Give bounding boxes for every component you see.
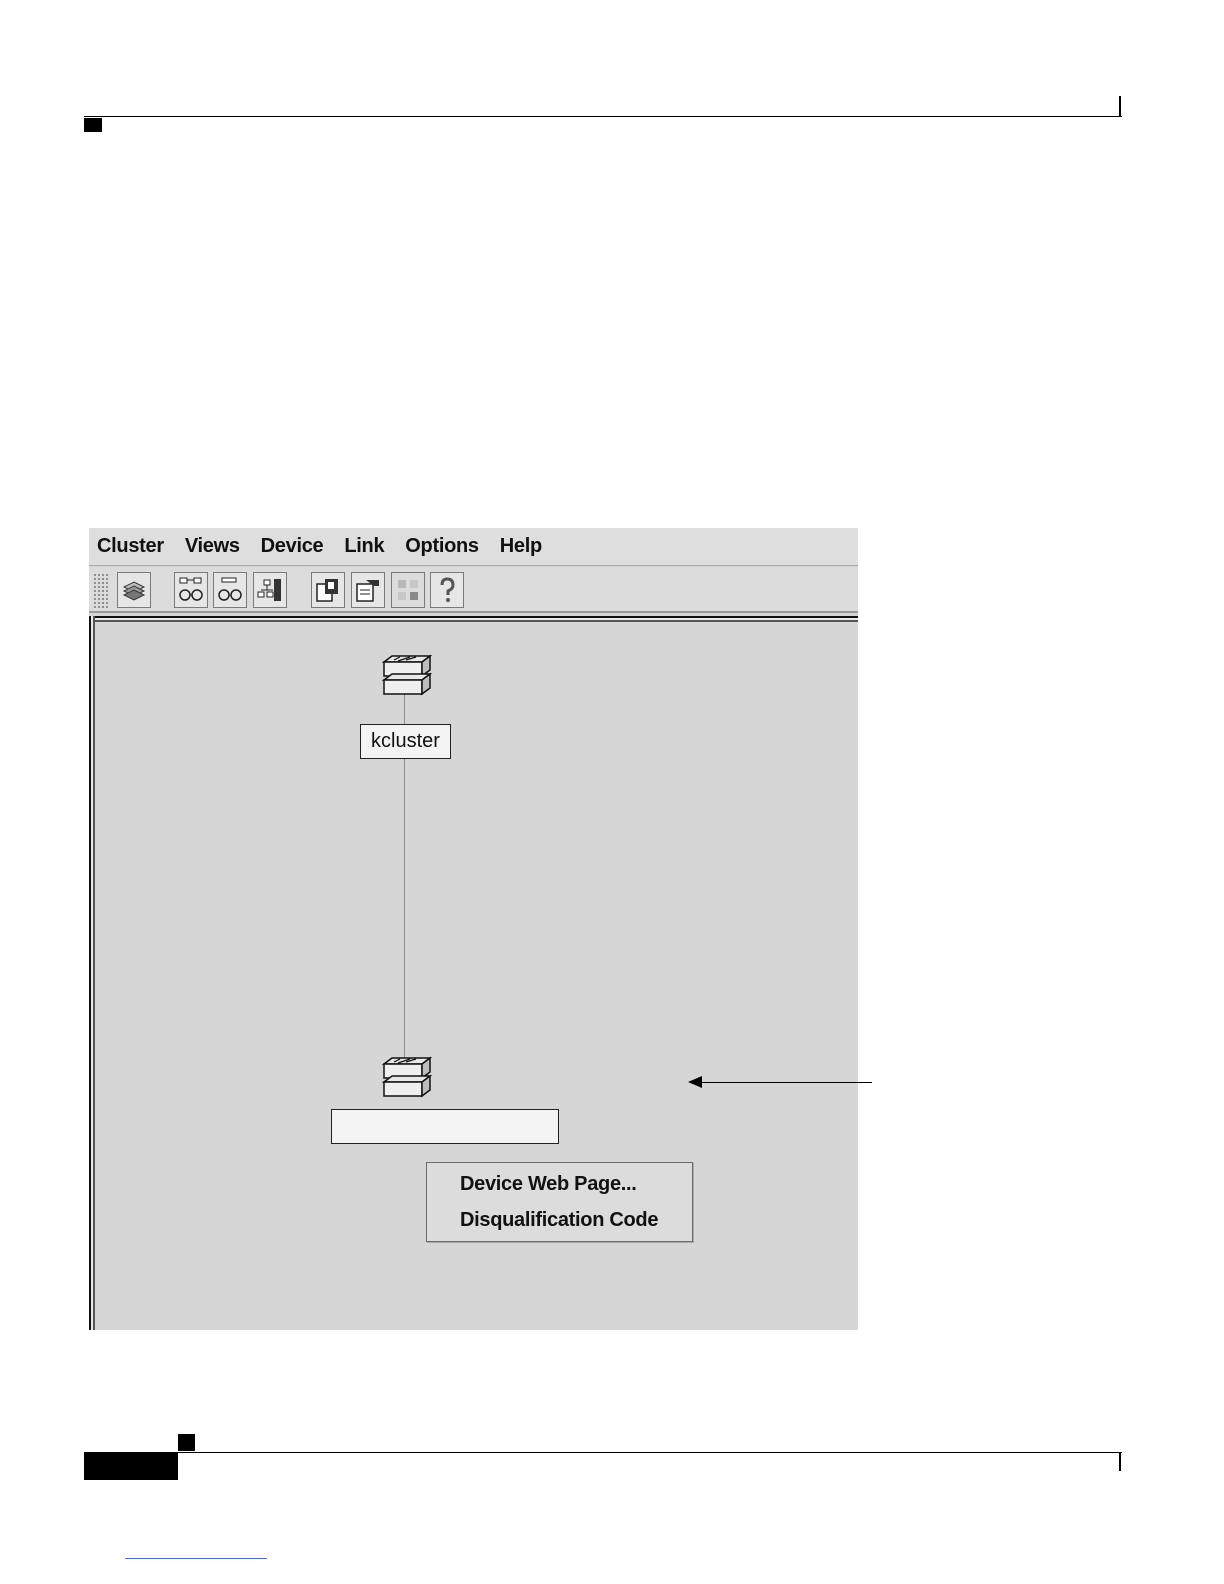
header-tick <box>1119 96 1121 116</box>
footer-tab <box>84 1453 178 1480</box>
properties-icon <box>356 580 379 602</box>
cluster-label[interactable]: kcluster <box>360 724 451 759</box>
topology-view-icon <box>179 577 203 601</box>
save-layout-icon <box>316 579 338 602</box>
toolbar-grip[interactable] <box>93 573 110 609</box>
stack-icon <box>122 581 146 601</box>
menu-device[interactable]: Device <box>261 535 324 558</box>
member-switch-icon[interactable] <box>376 1056 432 1106</box>
callout-line <box>700 1082 872 1083</box>
help-icon <box>440 577 455 602</box>
properties-button[interactable] <box>351 572 385 608</box>
menu-views[interactable]: Views <box>185 535 240 558</box>
legend-icon <box>398 580 418 600</box>
topology-view-button[interactable] <box>174 572 208 608</box>
menu-item-disqualification-code[interactable]: Disqualification Code <box>460 1209 658 1232</box>
help-button[interactable] <box>430 572 464 608</box>
canvas-border-top <box>89 616 858 622</box>
menu-cluster[interactable]: Cluster <box>97 535 164 558</box>
member-label[interactable] <box>331 1109 559 1144</box>
header-marker <box>84 118 102 132</box>
topology-canvas[interactable]: kcluster Device Web Page... Disqualifica… <box>89 616 858 1330</box>
footer-marker <box>178 1434 195 1451</box>
cluster-view-window: Cluster Views Device Link Options Help k… <box>89 528 858 1330</box>
footer-rule <box>84 1452 1122 1453</box>
save-layout-button[interactable] <box>311 572 345 608</box>
arrange-icon <box>257 579 281 601</box>
header-rule <box>84 116 1122 117</box>
callout-arrowhead <box>688 1076 702 1088</box>
toolbar <box>89 567 858 613</box>
stack-button[interactable] <box>117 572 151 608</box>
menu-bar: Cluster Views Device Link Options Help <box>89 528 858 566</box>
canvas-border-left <box>89 616 95 1330</box>
footer-link-underline <box>125 1558 267 1559</box>
arrange-button[interactable] <box>253 572 287 608</box>
cluster-view-button[interactable] <box>213 572 247 608</box>
cluster-view-icon <box>218 577 242 601</box>
menu-item-device-web-page[interactable]: Device Web Page... <box>460 1173 637 1196</box>
legend-button[interactable] <box>391 572 425 608</box>
command-switch-icon[interactable] <box>376 654 432 704</box>
menu-options[interactable]: Options <box>405 535 479 558</box>
device-context-menu: Device Web Page... Disqualification Code <box>426 1162 693 1242</box>
footer-tick <box>1119 1453 1121 1471</box>
menu-link[interactable]: Link <box>344 535 384 558</box>
menu-help[interactable]: Help <box>500 535 542 558</box>
